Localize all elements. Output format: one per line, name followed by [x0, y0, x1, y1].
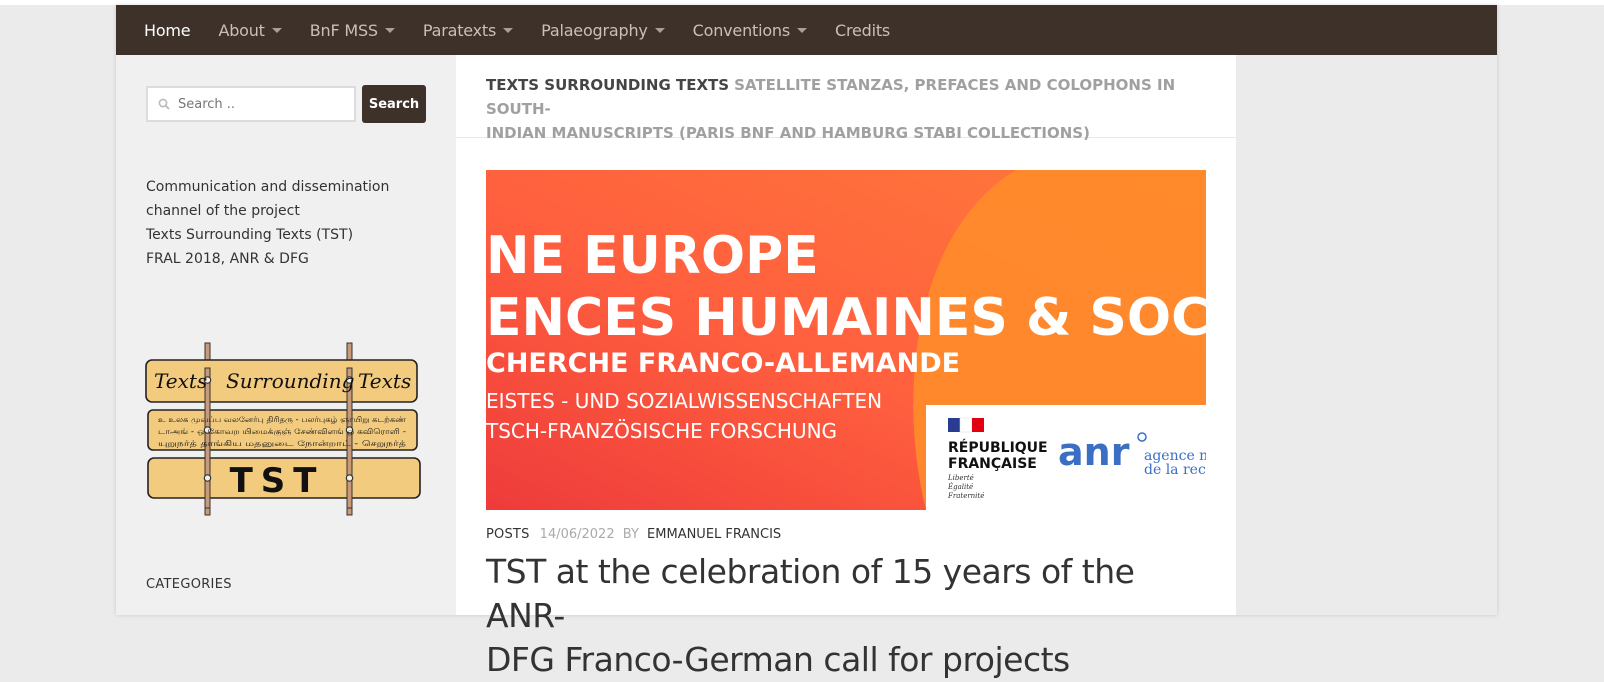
- banner-line: ENCES HUMAINES & SOC: [486, 288, 1206, 348]
- post-by: BY: [622, 527, 639, 542]
- logo-word: Texts: [358, 369, 411, 393]
- banner-line: TSCH-FRANZÖSISCHE FORSCHUNG: [486, 419, 837, 443]
- post-meta: POSTS 14/06/2022 BY EMMANUEL FRANCIS: [486, 527, 781, 542]
- sidebar: Search Communication and dissemination c…: [116, 55, 456, 615]
- tst-logo[interactable]: Texts Surrounding Texts உ உலக முவப்ப வலன…: [144, 340, 429, 520]
- nav-item-conventions[interactable]: Conventions: [693, 21, 807, 40]
- site-tagline-cont: INDIAN MANUSCRIPTS (PARIS BNF AND HAMBUR…: [486, 124, 1090, 142]
- logo-word: Texts: [154, 369, 207, 393]
- svg-text:de la recher: de la recher: [1144, 462, 1206, 478]
- caret-down-icon: [384, 27, 395, 33]
- post-date: 14/06/2022: [539, 527, 615, 542]
- nav-item-credits[interactable]: Credits: [835, 21, 890, 40]
- project-description: Communication and dissemination channel …: [146, 179, 390, 267]
- featured-image[interactable]: NE EUROPE ENCES HUMAINES & SOC CHERCHE F…: [486, 170, 1206, 510]
- search-button[interactable]: Search: [362, 85, 426, 123]
- banner-line: NE EUROPE: [486, 226, 819, 286]
- caret-down-icon: [503, 27, 514, 33]
- nav-item-paratexts[interactable]: Paratexts: [423, 21, 514, 40]
- post-title[interactable]: TST at the celebration of 15 years of th…: [486, 550, 1186, 682]
- svg-text:Liberté: Liberté: [947, 474, 974, 482]
- logo-script-line: யுறுநர்த் தாங்கிய மதனுடை நோன்றாட் - செறு…: [158, 439, 406, 449]
- nav-item-bnf-mss[interactable]: BnF MSS: [310, 21, 395, 40]
- categories-heading: CATEGORIES: [146, 577, 232, 592]
- nav-item-palaeography[interactable]: Palaeography: [541, 21, 665, 40]
- search-field[interactable]: [146, 86, 356, 122]
- caret-down-icon: [271, 27, 282, 33]
- logo-script-line: டாஅங் - ஒ கோவற யிமைக்குஞ் சேண்விளங் ஒ கவ…: [158, 427, 406, 437]
- svg-text:anr: anr: [1058, 430, 1130, 474]
- logo-script-line: உ உலக முவப்ப வலனேர்பு திரிதரு - பலர்புகழ…: [158, 415, 408, 425]
- caret-down-icon: [797, 27, 807, 33]
- logo-word: Surrounding: [226, 369, 354, 393]
- nav-item-home[interactable]: Home: [144, 21, 191, 40]
- main-navigation: Home About BnF MSS Paratexts Palaeograph…: [116, 5, 1497, 55]
- nav-item-about[interactable]: About: [218, 21, 282, 40]
- search-input[interactable]: [176, 95, 350, 113]
- svg-text:Égalité: Égalité: [947, 482, 973, 491]
- banner-line: EISTES - UND SOZIALWISSENSCHAFTEN: [486, 389, 882, 413]
- search-form: Search: [146, 85, 426, 123]
- right-margin: [1236, 55, 1497, 615]
- svg-text:RÉPUBLIQUE: RÉPUBLIQUE: [948, 439, 1048, 456]
- caret-down-icon: [654, 27, 665, 33]
- page-container: Home About BnF MSS Paratexts Palaeograph…: [116, 5, 1497, 679]
- post-author-link[interactable]: EMMANUEL FRANCIS: [647, 527, 781, 542]
- site-header: TEXTS SURROUNDING TEXTS SATELLITE STANZA…: [456, 55, 1236, 142]
- svg-text:FRANÇAISE: FRANÇAISE: [948, 456, 1037, 472]
- logo-acronym: TST: [230, 461, 325, 501]
- svg-text:Fraternité: Fraternité: [947, 492, 984, 500]
- site-title[interactable]: TEXTS SURROUNDING TEXTS: [486, 76, 729, 94]
- banner-line: CHERCHE FRANCO-ALLEMANDE: [486, 348, 960, 379]
- post-category-link[interactable]: POSTS: [486, 527, 530, 542]
- search-icon: [158, 98, 170, 110]
